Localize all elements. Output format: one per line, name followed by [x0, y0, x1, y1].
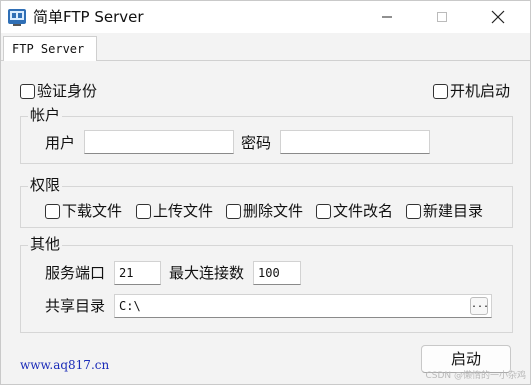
- perm-upload-checkbox[interactable]: 上传文件: [136, 202, 213, 220]
- watermark: CSDN @懒惰的一小杂鸡: [425, 371, 526, 381]
- other-group: 其他 服务端口 21 最大连接数 100 共享目录 C:\ ...: [20, 235, 513, 333]
- minimize-button[interactable]: [364, 1, 410, 33]
- perm-download-box[interactable]: [45, 203, 60, 219]
- perm-download-label: 下载文件: [62, 202, 123, 220]
- maximize-icon: [437, 12, 447, 22]
- user-input[interactable]: [84, 130, 234, 154]
- other-group-title: 其他: [28, 235, 63, 253]
- perm-mkdir-box[interactable]: [406, 203, 421, 219]
- max-connections-input[interactable]: 100: [253, 261, 301, 285]
- autostart-checkbox[interactable]: 开机启动: [433, 82, 510, 100]
- perm-download-checkbox[interactable]: 下载文件: [45, 202, 122, 220]
- share-dir-value: C:\: [119, 299, 141, 313]
- perm-mkdir-checkbox[interactable]: 新建目录: [406, 202, 483, 220]
- ftp-server-window: 简单FTP Server FTP Server 验证身份 开机启动 帐户 用户 …: [0, 0, 531, 385]
- port-input[interactable]: 21: [114, 261, 161, 285]
- perm-rename-checkbox[interactable]: 文件改名: [316, 202, 393, 220]
- permissions-group-title: 权限: [28, 176, 63, 194]
- share-dir-input[interactable]: C:\ ...: [114, 294, 492, 318]
- perm-delete-checkbox[interactable]: 删除文件: [226, 202, 303, 220]
- minimize-icon: [382, 16, 392, 18]
- perm-delete-label: 删除文件: [243, 202, 304, 220]
- user-label: 用户: [45, 134, 76, 152]
- website-link[interactable]: www.aq817.cn: [20, 358, 109, 372]
- verify-identity-checkbox[interactable]: 验证身份: [20, 82, 97, 100]
- share-dir-label: 共享目录: [45, 297, 106, 315]
- account-group: 帐户 用户 密码: [20, 106, 513, 164]
- main-panel: 验证身份 开机启动 帐户 用户 密码 权限 下载文件 上传文件 删除文件 文件改…: [1, 61, 530, 384]
- window-title: 简单FTP Server: [33, 8, 144, 26]
- perm-upload-box[interactable]: [136, 203, 151, 219]
- perm-mkdir-label: 新建目录: [423, 202, 484, 220]
- title-bar[interactable]: 简单FTP Server: [1, 1, 530, 33]
- app-icon: [8, 9, 26, 26]
- max-connections-label: 最大连接数: [169, 264, 245, 282]
- browse-button[interactable]: ...: [470, 297, 489, 315]
- verify-identity-label: 验证身份: [37, 82, 98, 100]
- autostart-label: 开机启动: [450, 82, 511, 100]
- tab-ftp-server[interactable]: FTP Server: [3, 36, 97, 62]
- perm-rename-box[interactable]: [316, 203, 331, 219]
- close-icon: [491, 10, 505, 24]
- perm-rename-label: 文件改名: [333, 202, 394, 220]
- tab-strip: FTP Server: [1, 33, 530, 62]
- password-label: 密码: [241, 134, 272, 152]
- account-group-title: 帐户: [28, 106, 63, 124]
- perm-delete-box[interactable]: [226, 203, 241, 219]
- port-label: 服务端口: [45, 264, 106, 282]
- maximize-button[interactable]: [419, 1, 465, 33]
- password-input[interactable]: [280, 130, 430, 154]
- close-button[interactable]: [475, 1, 521, 33]
- verify-identity-box[interactable]: [20, 83, 35, 99]
- perm-upload-label: 上传文件: [153, 202, 214, 220]
- autostart-box[interactable]: [433, 83, 448, 99]
- permissions-group: 权限 下载文件 上传文件 删除文件 文件改名 新建目录: [20, 176, 513, 228]
